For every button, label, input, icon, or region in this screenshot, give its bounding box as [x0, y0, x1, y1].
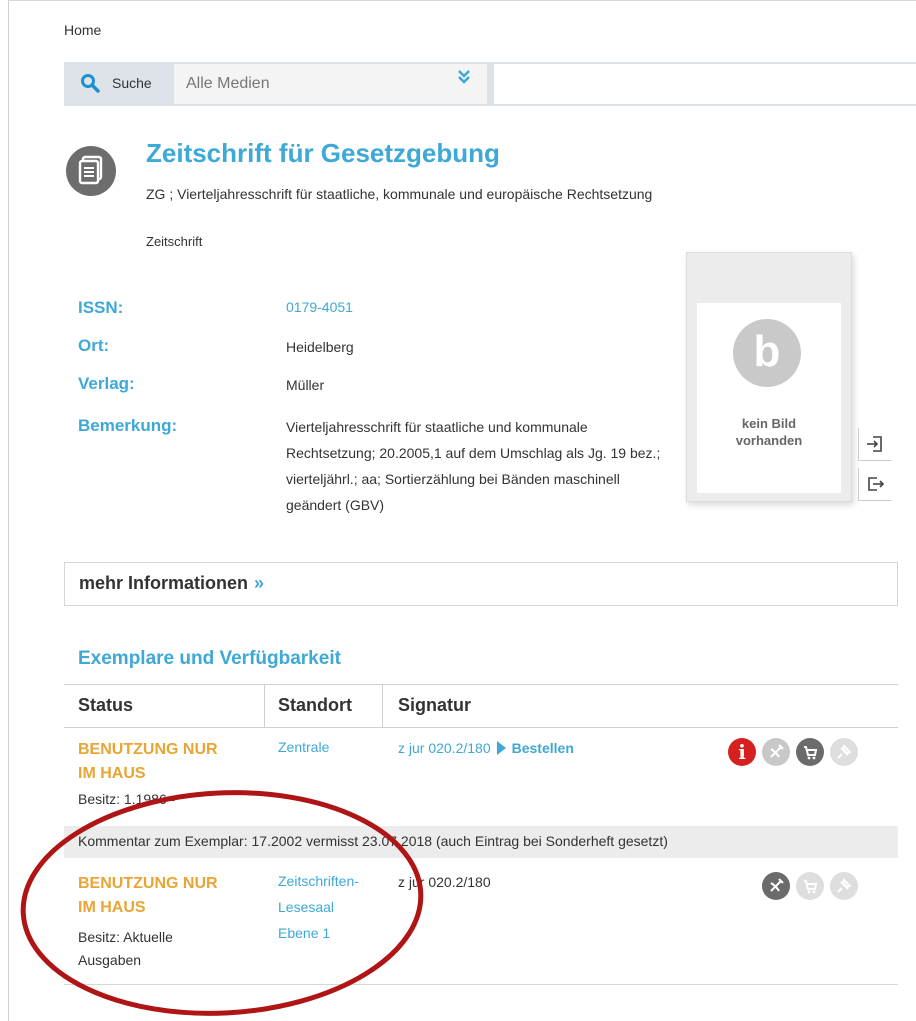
publisher-value: Müller — [286, 377, 325, 393]
search-label: Suche — [112, 75, 152, 91]
info-icon[interactable]: i — [728, 738, 756, 766]
double-chevron-right-icon: » — [254, 573, 265, 593]
pin-icon[interactable] — [830, 738, 858, 766]
cover-placeholder: b kein Bild vorhanden — [686, 252, 852, 502]
issn-label: ISSN: — [78, 298, 124, 317]
frame-border-top — [8, 0, 916, 1]
holdings-table-header: Status Standort Signatur — [64, 684, 898, 728]
cover-text: kein Bild vorhanden — [697, 415, 841, 449]
reserve-icon[interactable] — [762, 872, 790, 900]
remark-label: Bemerkung: — [78, 416, 178, 435]
column-divider — [264, 685, 265, 727]
reserve-icon[interactable] — [762, 738, 790, 766]
cart-icon[interactable] — [796, 738, 824, 766]
signature-cell: z jur 020.2/180 Bestellen — [398, 740, 574, 756]
column-header-signature: Signatur — [398, 695, 472, 715]
search-bar: Suche Alle Medien — [64, 62, 916, 106]
breadcrumb: Home — [64, 22, 101, 38]
journal-type-icon — [66, 146, 116, 196]
record-title: Zeitschrift für Gesetzgebung — [146, 138, 500, 168]
holdings-heading: Exemplare und Verfügbarkeit — [78, 648, 341, 669]
export-button[interactable] — [858, 428, 891, 461]
media-type: Zeitschrift — [146, 234, 203, 249]
more-info-text: mehr Informationen — [79, 573, 249, 593]
sign-in-icon — [867, 436, 882, 452]
pin-icon[interactable] — [830, 872, 858, 900]
cover-logo-icon: b — [733, 319, 801, 387]
more-info-label: mehr Informationen» — [79, 573, 264, 594]
place-value: Heidelberg — [286, 339, 354, 355]
breadcrumb-home-link[interactable]: Home — [64, 22, 101, 38]
cover-inner: b kein Bild vorhanden — [697, 303, 841, 493]
signature-link[interactable]: z jur 020.2/180 — [398, 740, 491, 756]
status-line: IM HAUS — [78, 765, 146, 782]
order-link[interactable]: Bestellen — [512, 740, 574, 756]
chevron-down-icon — [458, 70, 470, 84]
cover-text-line: vorhanden — [735, 433, 803, 448]
place-label: Ort: — [78, 336, 110, 355]
publisher-label: Verlag: — [78, 374, 135, 393]
share-button[interactable] — [858, 468, 891, 501]
issn-value-link[interactable]: 0179-4051 — [286, 294, 353, 320]
more-info-toggle[interactable]: mehr Informationen» — [64, 562, 898, 606]
column-header-location: Standort — [278, 695, 352, 715]
search-scope-value: Alle Medien — [186, 75, 270, 92]
column-header-status: Status — [78, 695, 134, 715]
cover-text-line: kein Bild — [741, 416, 797, 431]
search-icon[interactable] — [80, 73, 100, 93]
record-subtitle: ZG ; Vierteljahresschrift für staatliche… — [146, 186, 653, 202]
annotation-circle — [20, 790, 424, 1016]
sign-out-icon — [868, 477, 884, 491]
search-input[interactable] — [494, 64, 916, 104]
arrow-right-icon — [496, 741, 506, 755]
frame-border-left — [8, 0, 9, 1021]
status-line: BENUTZUNG NUR — [78, 741, 218, 758]
search-scope-select[interactable]: Alle Medien — [174, 64, 487, 104]
location-link[interactable]: Zentrale — [278, 734, 388, 760]
remark-value: Vierteljahresschrift für staatliche und … — [286, 419, 661, 513]
cart-icon[interactable] — [796, 872, 824, 900]
status-label: BENUTZUNG NUR IM HAUS — [78, 738, 258, 786]
column-divider — [382, 685, 383, 727]
